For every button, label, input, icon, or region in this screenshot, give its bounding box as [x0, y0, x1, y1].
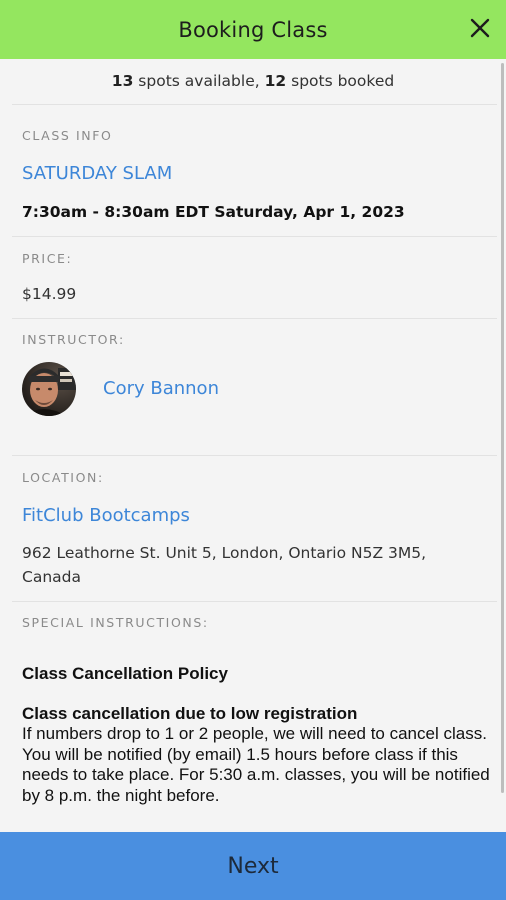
- location-label: LOCATION:: [22, 470, 104, 485]
- page-title: Booking Class: [178, 17, 328, 42]
- next-button-label: Next: [227, 853, 279, 879]
- divider: [12, 104, 497, 105]
- available-text: spots available,: [133, 72, 265, 90]
- divider: [12, 455, 497, 456]
- divider: [12, 601, 497, 602]
- scrollbar[interactable]: [501, 63, 504, 793]
- location-address-line1: 962 Leathorne St. Unit 5, London, Ontari…: [22, 544, 427, 562]
- avatar[interactable]: [22, 362, 76, 416]
- booking-screen: Booking Class 13 spots available, 12 spo…: [0, 0, 506, 900]
- class-info-label: CLASS INFO: [22, 128, 113, 143]
- available-count: 13: [111, 72, 134, 90]
- next-button[interactable]: Next: [0, 832, 506, 900]
- header-bar: Booking Class: [0, 0, 506, 59]
- policy-title: Class Cancellation Policy: [22, 664, 228, 683]
- special-instructions-label: SPECIAL INSTRUCTIONS:: [22, 615, 209, 630]
- close-icon[interactable]: [468, 16, 492, 40]
- divider: [12, 318, 497, 319]
- policy-subtitle: Class cancellation due to low registrati…: [22, 704, 358, 723]
- policy-body: If numbers drop to 1 or 2 people, we wil…: [22, 724, 490, 805]
- instructor-photo: [22, 362, 76, 416]
- location-name-link[interactable]: FitClub Bootcamps: [22, 505, 190, 526]
- booking-details[interactable]: 13 spots available, 12 spots booked CLAS…: [0, 59, 506, 832]
- class-time: 7:30am - 8:30am EDT Saturday, Apr 1, 202…: [22, 203, 405, 221]
- price-label: PRICE:: [22, 251, 73, 266]
- instructor-name-link[interactable]: Cory Bannon: [103, 378, 219, 399]
- availability-summary: 13 spots available, 12 spots booked: [0, 72, 506, 90]
- booked-count: 12: [264, 72, 287, 90]
- class-name-link[interactable]: SATURDAY SLAM: [22, 163, 172, 184]
- divider: [12, 236, 497, 237]
- booked-text: spots booked: [286, 72, 395, 90]
- instructor-label: INSTRUCTOR:: [22, 332, 125, 347]
- location-address-line2: Canada: [22, 568, 81, 586]
- price-value: $14.99: [22, 285, 77, 303]
